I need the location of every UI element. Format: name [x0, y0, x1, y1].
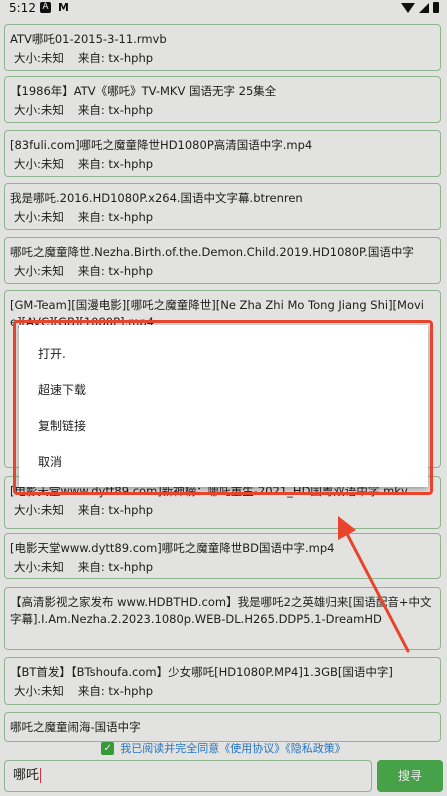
menu-item-fast-download[interactable]: 超速下载 — [19, 372, 428, 408]
menu-item-open[interactable]: 打开. — [19, 336, 428, 372]
menu-item-cancel[interactable]: 取消 — [19, 444, 428, 480]
context-menu-dialog: 打开. 超速下载 复制链接 取消 — [19, 325, 428, 487]
menu-item-copy-link[interactable]: 复制链接 — [19, 408, 428, 444]
